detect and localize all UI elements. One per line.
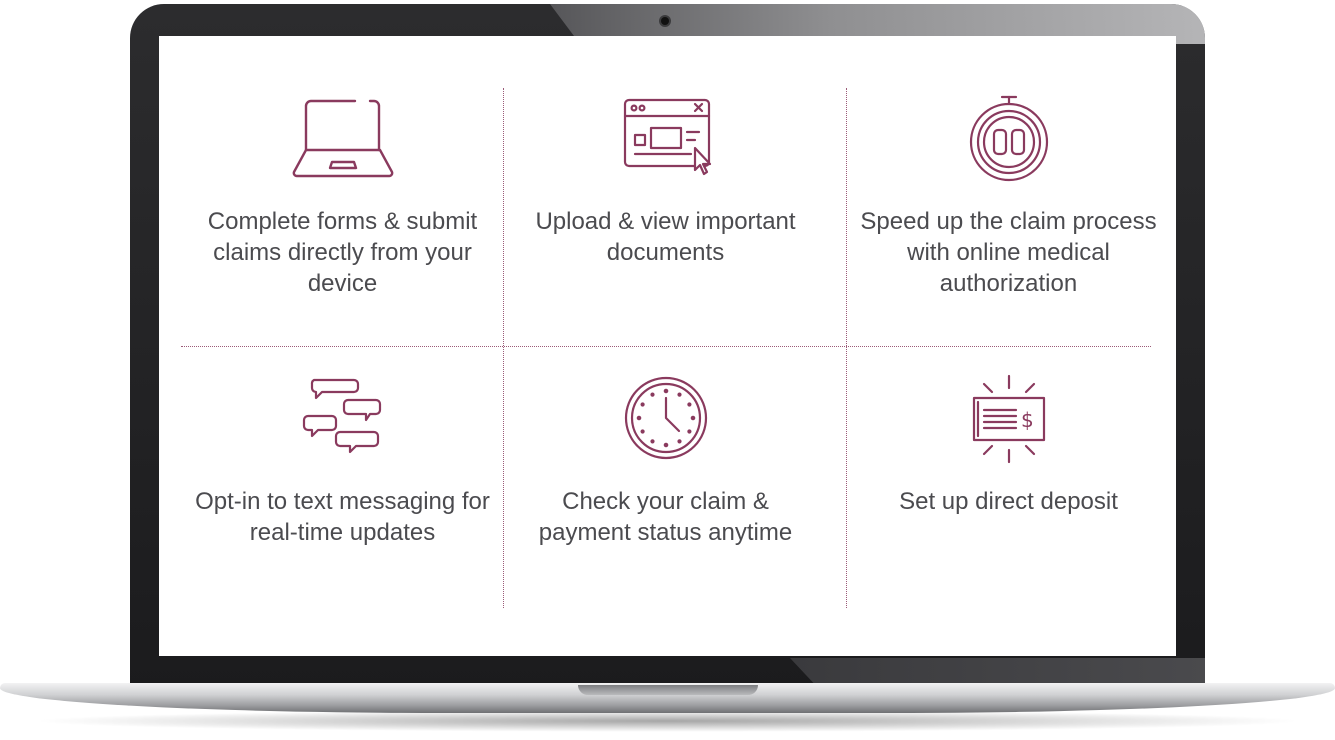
feature-caption: Opt-in to text messaging for real-time u… xyxy=(195,488,490,546)
laptop-icon xyxy=(292,99,393,178)
features-grid: Complete forms & submit claims directly … xyxy=(181,88,1157,608)
check-deposit-icon: $ xyxy=(972,374,1045,464)
svg-text:$: $ xyxy=(1021,408,1034,432)
laptop-notch xyxy=(578,685,758,695)
camera-icon xyxy=(661,17,669,25)
feature-caption: Set up direct deposit xyxy=(899,488,1118,515)
feature-caption: Upload & view important documents xyxy=(535,208,796,266)
clock-icon xyxy=(624,376,707,460)
feature-tile: Opt-in to text messaging for real-time u… xyxy=(181,368,504,626)
feature-caption: Speed up the claim process with online m… xyxy=(860,208,1157,297)
feature-tile: Complete forms & submit claims directly … xyxy=(181,88,504,346)
divider-horizontal xyxy=(181,346,1151,347)
feature-tile: Check your claim & payment status anytim… xyxy=(504,368,827,626)
feature-tile: $ Set up direct deposit xyxy=(847,368,1170,626)
feature-tile: Upload & view important documents xyxy=(504,88,827,346)
feature-caption: Complete forms & submit claims directly … xyxy=(207,208,478,297)
laptop-screen: Complete forms & submit claims directly … xyxy=(159,36,1176,656)
feature-caption: Check your claim & payment status anytim… xyxy=(538,488,793,546)
chat-bubbles-icon xyxy=(302,378,381,454)
stopwatch-icon xyxy=(969,95,1048,182)
laptop-shadow xyxy=(30,710,1305,732)
feature-tile: Speed up the claim process with online m… xyxy=(847,88,1170,346)
browser-window-icon xyxy=(623,98,711,176)
